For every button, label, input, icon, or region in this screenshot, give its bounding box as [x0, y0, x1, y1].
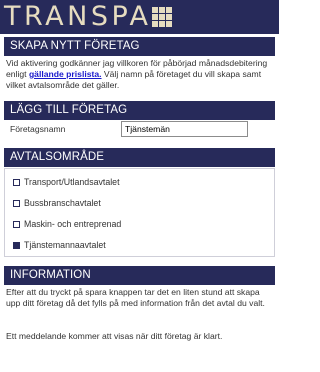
company-name-label: Företagsnamn	[10, 124, 66, 134]
option-label: Bussbranschavtalet	[24, 198, 101, 208]
section-header-agreement: AVTALSOMRÅDE	[4, 148, 275, 167]
price-list-link[interactable]: gällande prislista.	[29, 69, 102, 79]
option-maskin[interactable]: Maskin- och entreprenad	[13, 218, 121, 230]
top-bar: TRANSPA	[0, 0, 279, 34]
option-checkbox[interactable]	[13, 221, 20, 228]
option-buss[interactable]: Bussbranschavtalet	[13, 197, 101, 209]
grid-icon	[152, 7, 172, 27]
section-header-add: LÄGG TILL FÖRETAG	[4, 101, 275, 120]
option-checkbox[interactable]	[13, 242, 20, 249]
section-header-info: INFORMATION	[4, 266, 275, 285]
option-transport[interactable]: Transport/Utlandsavtalet	[13, 176, 120, 188]
info-paragraph-2: Ett meddelande kommer att visas när ditt…	[6, 331, 223, 341]
option-checkbox[interactable]	[13, 200, 20, 207]
option-label: Tjänstemannaavtalet	[24, 240, 106, 250]
create-description: Vid aktivering godkänner jag villkoren f…	[6, 58, 274, 91]
company-name-row: Företagsnamn	[4, 121, 275, 139]
option-label: Maskin- och entreprenad	[24, 219, 122, 229]
info-paragraph-1: Efter att du tryckt på spara knappen tar…	[6, 287, 265, 308]
option-tjansteman[interactable]: Tjänstemannaavtalet	[13, 239, 106, 251]
company-name-input[interactable]	[121, 121, 248, 137]
section-header-create: SKAPA NYTT FÖRETAG	[4, 37, 275, 56]
option-label: Transport/Utlandsavtalet	[24, 177, 120, 187]
option-checkbox[interactable]	[13, 179, 20, 186]
agreement-options: Transport/Utlandsavtalet Bussbranschavta…	[4, 168, 275, 257]
logo-text: TRANSPA	[4, 1, 152, 32]
